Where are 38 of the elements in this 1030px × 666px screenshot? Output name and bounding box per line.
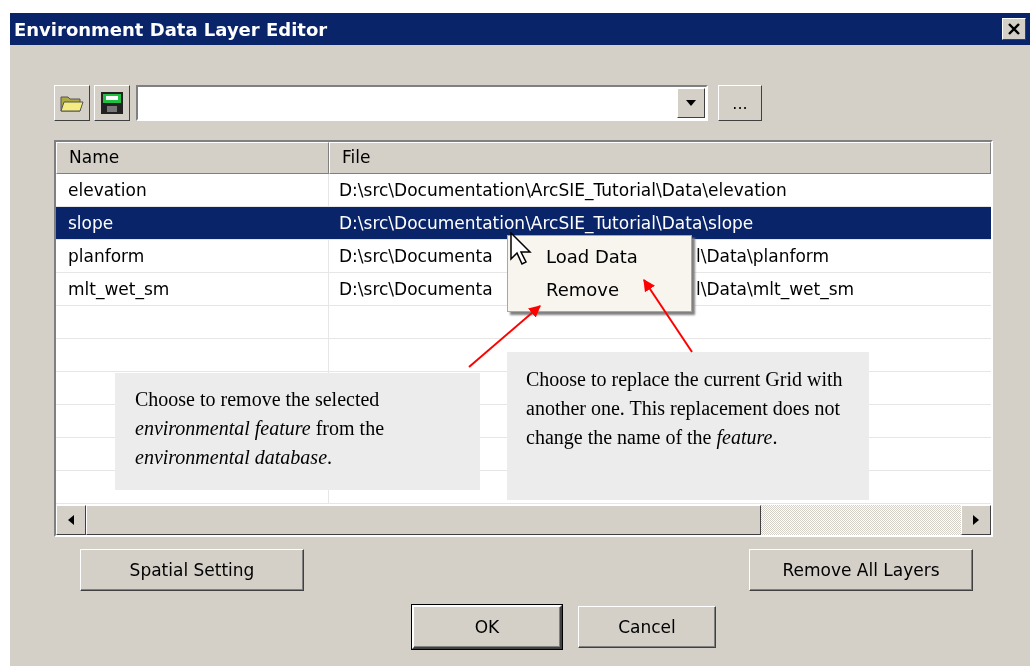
table-cell-text: D:\src\Documentation\ArcSIE_Tutorial\Data\slope	[338, 213, 754, 233]
browse-button[interactable]: ...	[718, 85, 762, 121]
table-cell-text: D:\src\Documenta	[338, 279, 493, 299]
ok-button[interactable]: OK	[412, 605, 562, 649]
table-cell: l\Data\planform	[696, 246, 830, 266]
remove-all-layers-button[interactable]: Remove All Layers	[749, 549, 973, 591]
scroll-left-button[interactable]	[56, 505, 86, 535]
table-cell-text: D:\src\Documenta	[338, 246, 493, 266]
open-folder-button[interactable]	[54, 85, 90, 121]
table-cell: slope	[56, 207, 329, 239]
close-icon	[1007, 23, 1021, 35]
table-cell-text: D:\src\Documentation\ArcSIE_Tutorial\Data\elevation	[338, 180, 787, 200]
scroll-right-button[interactable]	[961, 505, 991, 535]
horizontal-scrollbar[interactable]	[56, 505, 991, 535]
column-header[interactable]: File	[329, 142, 991, 174]
table-cell: l\Data\mlt_wet_sm	[696, 279, 855, 299]
folder-icon	[60, 93, 84, 113]
callout-note: Choose to replace the current Grid with another one. This replacement does not change the name of the feature.	[507, 352, 869, 500]
cancel-button[interactable]: Cancel	[578, 606, 716, 648]
save-button[interactable]	[94, 85, 130, 121]
mouse-pointer-icon	[510, 232, 532, 266]
close-button[interactable]	[1002, 18, 1026, 40]
spatial-setting-button[interactable]: Spatial Setting	[80, 549, 304, 591]
table-cell: planform	[56, 240, 329, 272]
path-dropdown[interactable]	[136, 85, 708, 121]
table-cell: elevation	[56, 174, 329, 206]
right-arrow-icon	[973, 515, 979, 525]
menu-item[interactable]: Remove	[546, 273, 691, 306]
scrollbar-thumb[interactable]	[86, 505, 761, 535]
table-cell: mlt_wet_sm	[56, 273, 329, 305]
callout-note: Choose to remove the selected environmental feature from the environmental database.	[115, 373, 480, 490]
menu-item[interactable]: Load Data	[546, 240, 691, 273]
table-row[interactable]: slope D:\src\Documentation\ArcSIE_Tutorial\Data\slope	[56, 207, 991, 240]
left-arrow-icon	[68, 515, 74, 525]
dropdown-button[interactable]	[677, 88, 705, 118]
dropdown-arrow-icon	[686, 100, 696, 106]
column-header[interactable]: Name	[56, 142, 329, 174]
window-title: Environment Data Layer Editor	[14, 18, 328, 40]
